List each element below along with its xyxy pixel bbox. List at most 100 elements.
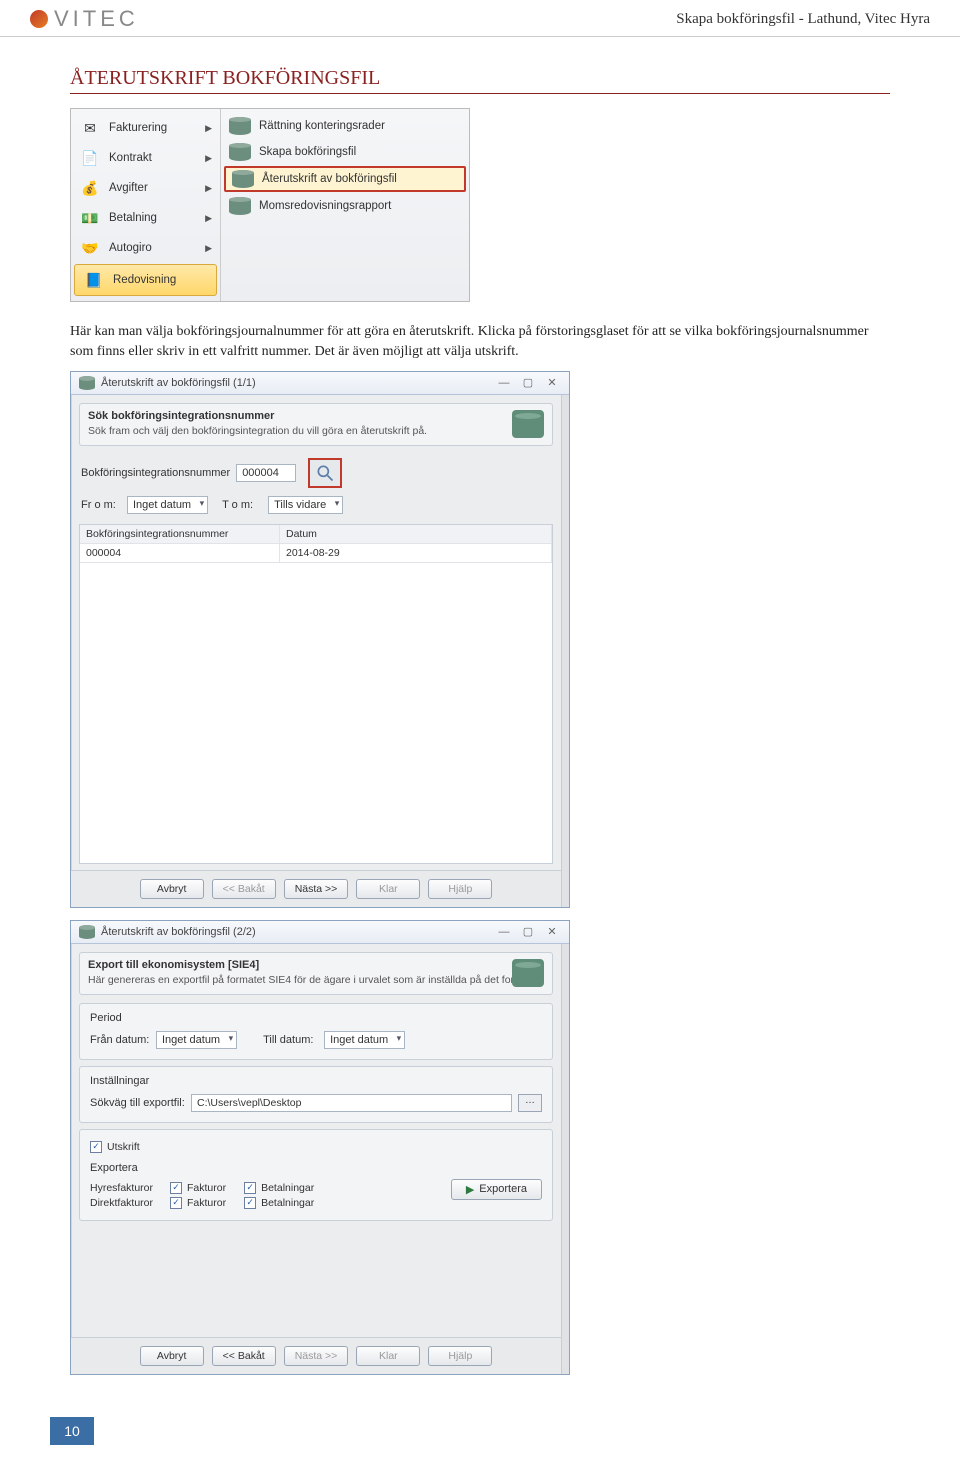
minimize-icon[interactable]: —: [495, 926, 513, 938]
database-icon: [229, 197, 251, 215]
submenu-moms[interactable]: Momsredovisningsrapport: [221, 193, 469, 219]
settings-title: Inställningar: [90, 1075, 542, 1087]
fakturor-checkbox-2[interactable]: ✓: [170, 1197, 182, 1209]
menu-label: Momsredovisningsrapport: [259, 200, 391, 212]
menu-item-kontrakt[interactable]: 📄 Kontrakt ▶: [71, 143, 220, 173]
from-date-dropdown[interactable]: Inget datum: [127, 496, 208, 514]
close-icon[interactable]: ✕: [543, 376, 561, 389]
menu-label: Avgifter: [109, 182, 148, 194]
submenu-rattning[interactable]: Rättning konteringsrader: [221, 113, 469, 139]
chevron-right-icon: ▶: [205, 213, 212, 224]
from-date-label: Från datum:: [90, 1034, 150, 1046]
page-number: 10: [50, 1417, 94, 1445]
betalningar-label: Betalningar: [261, 1197, 314, 1209]
menu-label: Redovisning: [113, 274, 176, 286]
menu-label: Autogiro: [109, 242, 152, 254]
body-paragraph: Här kan man välja bokföringsjournalnumme…: [70, 322, 890, 363]
settings-fieldset: Inställningar Sökväg till exportfil: C:\…: [79, 1066, 553, 1123]
from-date-dropdown[interactable]: Inget datum: [156, 1031, 237, 1049]
menu-item-fakturering[interactable]: ✉ Fakturering ▶: [71, 113, 220, 143]
dialog-button-row: Avbryt << Bakåt Nästa >> Klar Hjälp: [71, 1337, 561, 1374]
section-subtitle: Här genereras en exportfil på formatet S…: [88, 974, 544, 986]
from-label: Fr o m:: [81, 499, 121, 511]
column-header-number[interactable]: Bokföringsintegrationsnummer: [80, 525, 280, 543]
dialog-step1: Återutskrift av bokföringsfil (1/1) — ▢ …: [70, 371, 570, 908]
close-icon[interactable]: ✕: [543, 925, 561, 938]
database-icon: [79, 376, 95, 390]
menu-item-redovisning[interactable]: 📘 Redovisning: [74, 264, 217, 296]
to-date-dropdown[interactable]: Tills vidare: [268, 496, 343, 514]
menu-label: Rättning konteringsrader: [259, 120, 385, 132]
results-table: Bokföringsintegrationsnummer Datum 00000…: [79, 524, 553, 864]
print-checkbox[interactable]: ✓: [90, 1141, 102, 1153]
to-date-label: Till datum:: [263, 1034, 318, 1046]
maximize-icon[interactable]: ▢: [519, 376, 537, 389]
database-icon: [229, 143, 251, 161]
betalningar-checkbox-2[interactable]: ✓: [244, 1197, 256, 1209]
menu-label: Betalning: [109, 212, 157, 224]
chevron-right-icon: ▶: [205, 243, 212, 254]
menu-label: Kontrakt: [109, 152, 152, 164]
hyresfakturor-label: Hyresfakturor: [90, 1182, 165, 1194]
menu-label: Fakturering: [109, 122, 167, 134]
path-label: Sökväg till exportfil:: [90, 1097, 185, 1109]
fakturor-checkbox-1[interactable]: ✓: [170, 1182, 182, 1194]
next-button[interactable]: Nästa >>: [284, 1346, 349, 1366]
menu-left-column: ✉ Fakturering ▶ 📄 Kontrakt ▶ 💰 Avgifter …: [71, 109, 221, 301]
envelope-icon: ✉: [79, 117, 101, 139]
column-header-date[interactable]: Datum: [280, 525, 552, 543]
dialog-titlebar: Återutskrift av bokföringsfil (1/1) — ▢ …: [71, 372, 569, 395]
cell-number: 000004: [80, 544, 280, 562]
dialog-button-row: Avbryt << Bakåt Nästa >> Klar Hjälp: [71, 870, 561, 907]
database-icon: [79, 925, 95, 939]
logo-text: VITEC: [54, 6, 139, 32]
export-section: Export till ekonomisystem [SIE4] Här gen…: [79, 952, 553, 995]
search-button[interactable]: [308, 458, 342, 488]
direktfakturor-label: Direktfakturor: [90, 1197, 165, 1209]
database-icon: [232, 170, 254, 188]
maximize-icon[interactable]: ▢: [519, 925, 537, 938]
export-subtitle: Exportera: [90, 1162, 542, 1174]
menu-item-betalning[interactable]: 💵 Betalning ▶: [71, 203, 220, 233]
finish-button[interactable]: Klar: [356, 879, 420, 899]
dialog-titlebar: Återutskrift av bokföringsfil (2/2) — ▢ …: [71, 921, 569, 944]
cancel-button[interactable]: Avbryt: [140, 879, 204, 899]
integration-number-input[interactable]: 000004: [236, 464, 296, 482]
browse-button[interactable]: …: [518, 1094, 542, 1112]
chevron-right-icon: ▶: [205, 123, 212, 134]
fakturor-label: Fakturor: [187, 1182, 226, 1194]
back-button[interactable]: << Bakåt: [212, 1346, 276, 1366]
submenu-skapa[interactable]: Skapa bokföringsfil: [221, 139, 469, 165]
to-label: T o m:: [222, 499, 262, 511]
menu-item-avgifter[interactable]: 💰 Avgifter ▶: [71, 173, 220, 203]
path-input[interactable]: C:\Users\vepl\Desktop: [191, 1094, 512, 1112]
table-row[interactable]: 000004 2014-08-29: [80, 544, 552, 563]
menu-item-autogiro[interactable]: 🤝 Autogiro ▶: [71, 233, 220, 263]
logo: VITEC: [30, 6, 139, 32]
search-section: Sök bokföringsintegrationsnummer Sök fra…: [79, 403, 553, 446]
scrollbar[interactable]: [561, 944, 569, 1374]
submenu-aterutskrift[interactable]: Återutskrift av bokföringsfil: [224, 166, 466, 192]
minimize-icon[interactable]: —: [495, 377, 513, 389]
document-icon: 📄: [79, 147, 101, 169]
table-empty-area: [80, 563, 552, 863]
magnifier-icon: [315, 463, 335, 483]
export-button[interactable]: ▶ Exportera: [451, 1179, 542, 1200]
betalningar-checkbox-1[interactable]: ✓: [244, 1182, 256, 1194]
finish-button[interactable]: Klar: [356, 1346, 420, 1366]
menu-label: Skapa bokföringsfil: [259, 146, 356, 158]
cancel-button[interactable]: Avbryt: [140, 1346, 204, 1366]
help-button[interactable]: Hjälp: [428, 879, 492, 899]
cash-icon: 💵: [79, 207, 101, 229]
integration-number-label: Bokföringsintegrationsnummer: [81, 467, 230, 479]
page-header: VITEC Skapa bokföringsfil - Lathund, Vit…: [0, 0, 960, 37]
next-button[interactable]: Nästa >>: [284, 879, 349, 899]
back-button[interactable]: << Bakåt: [212, 879, 276, 899]
scrollbar[interactable]: [561, 395, 569, 907]
fakturor-label: Fakturor: [187, 1197, 226, 1209]
period-fieldset: Period Från datum: Inget datum Till datu…: [79, 1003, 553, 1060]
logo-icon: [30, 10, 48, 28]
help-button[interactable]: Hjälp: [428, 1346, 492, 1366]
to-date-dropdown[interactable]: Inget datum: [324, 1031, 405, 1049]
document-title: Skapa bokföringsfil - Lathund, Vitec Hyr…: [676, 11, 930, 28]
